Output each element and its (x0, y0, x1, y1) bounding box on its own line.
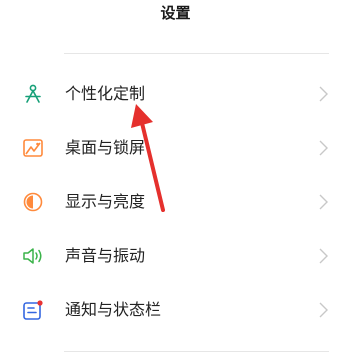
brightness-icon (23, 192, 43, 212)
wallpaper-icon (23, 139, 43, 157)
settings-item-display-brightness[interactable]: 显示与亮度 (0, 176, 351, 228)
settings-item-label: 显示与亮度 (65, 192, 146, 211)
settings-item-personalization[interactable]: 个性化定制 (0, 68, 351, 120)
chevron-right-icon (319, 302, 328, 318)
settings-item-wallpaper[interactable]: 桌面与锁屏 (0, 122, 351, 174)
page-title: 设置 (160, 4, 191, 22)
notification-icon (23, 300, 43, 320)
chevron-right-icon (319, 248, 328, 264)
settings-item-sound-vibration[interactable]: 声音与振动 (0, 230, 351, 282)
settings-item-label: 桌面与锁屏 (65, 138, 146, 157)
chevron-right-icon (319, 140, 328, 156)
settings-item-notifications-statusbar[interactable]: 通知与状态栏 (0, 284, 351, 336)
settings-screen: 设置 个性化定制 桌面与锁屏 显示与亮度 声音与振动 通知与状态栏 (0, 0, 351, 360)
chevron-right-icon (319, 194, 328, 210)
personalization-icon (25, 84, 41, 103)
divider (64, 351, 329, 352)
chevron-right-icon (319, 86, 328, 102)
settings-item-label: 通知与状态栏 (65, 300, 162, 319)
divider (64, 53, 329, 54)
sound-icon (23, 248, 42, 264)
settings-item-label: 声音与振动 (65, 246, 146, 265)
settings-item-label: 个性化定制 (65, 84, 146, 103)
